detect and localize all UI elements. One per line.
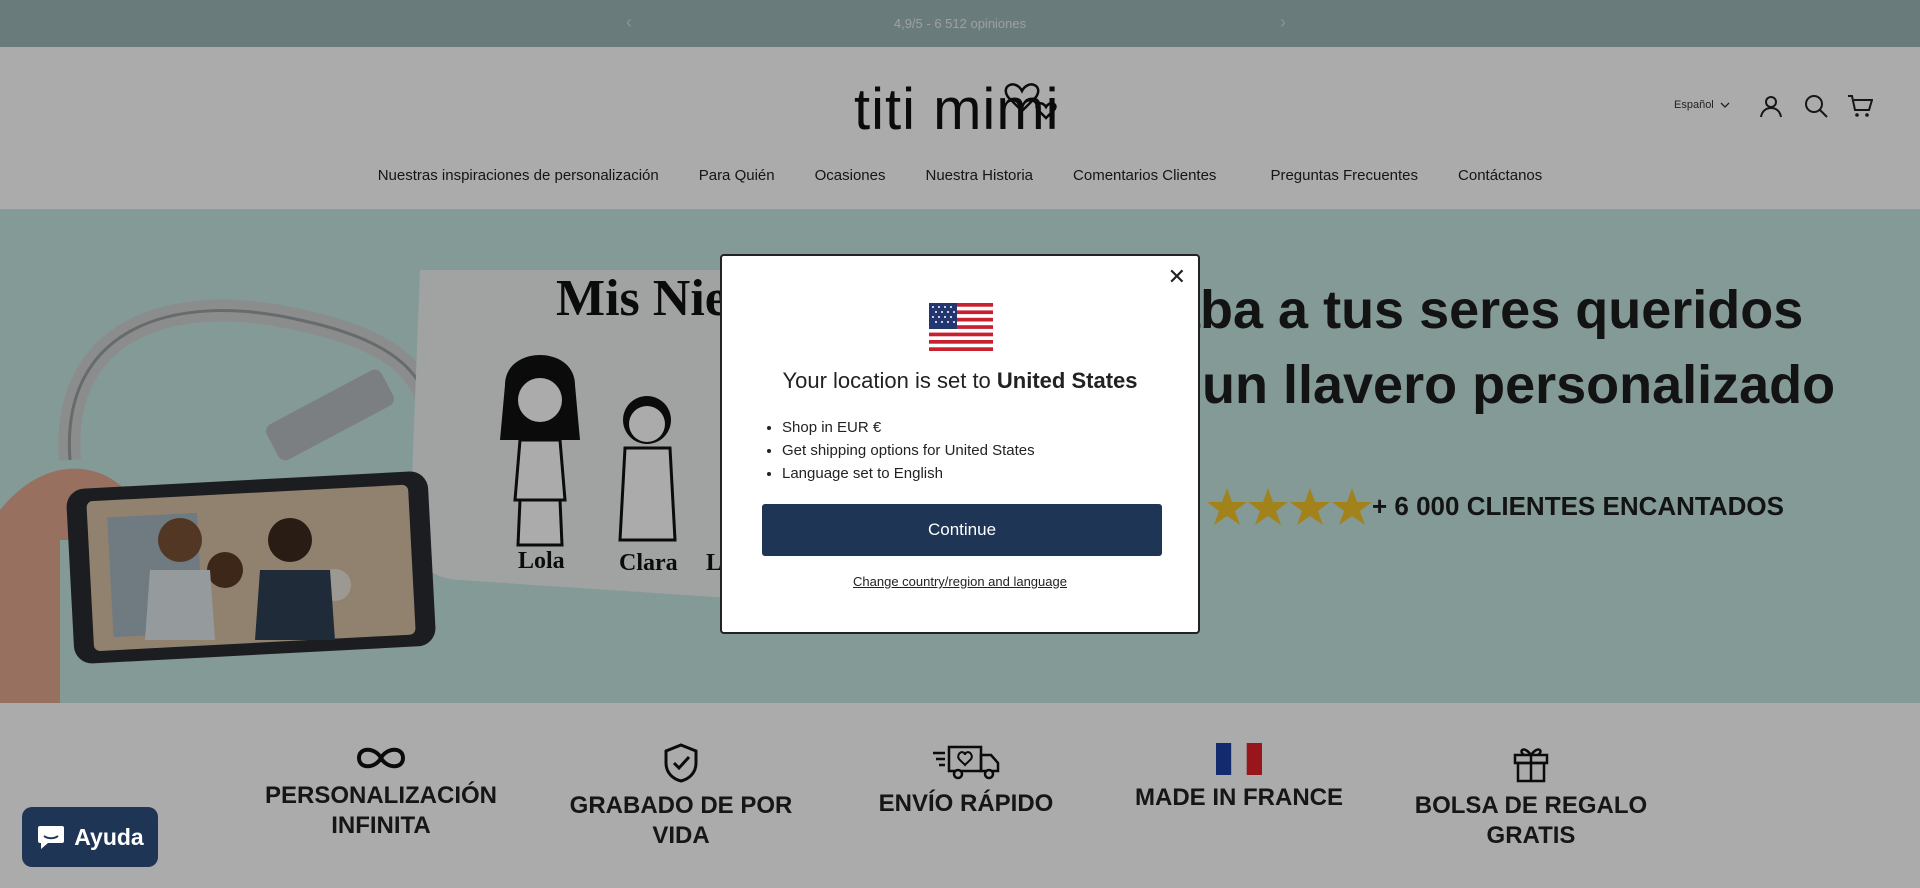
continue-button[interactable]: Continue bbox=[762, 504, 1162, 556]
chat-label: Ayuda bbox=[74, 823, 144, 850]
modal-bullet-shipping: Get shipping options for United States bbox=[782, 439, 1035, 462]
chat-bubble-icon bbox=[38, 826, 65, 849]
help-chat-button[interactable]: Ayuda bbox=[22, 807, 158, 867]
modal-title-prefix: Your location is set to bbox=[782, 368, 991, 393]
close-icon[interactable]: ✕ bbox=[1168, 264, 1186, 290]
modal-title: Your location is set to United States bbox=[722, 368, 1198, 394]
modal-bullet-list: Shop in EUR € Get shipping options for U… bbox=[782, 416, 1035, 485]
modal-title-country: United States bbox=[996, 368, 1138, 393]
location-modal: ✕ Your location is set to United States … bbox=[720, 254, 1200, 634]
us-flag-icon bbox=[929, 303, 993, 351]
modal-bullet-language: Language set to English bbox=[782, 462, 1035, 485]
modal-bullet-currency: Shop in EUR € bbox=[782, 416, 1035, 439]
change-country-link[interactable]: Change country/region and language bbox=[722, 574, 1198, 589]
